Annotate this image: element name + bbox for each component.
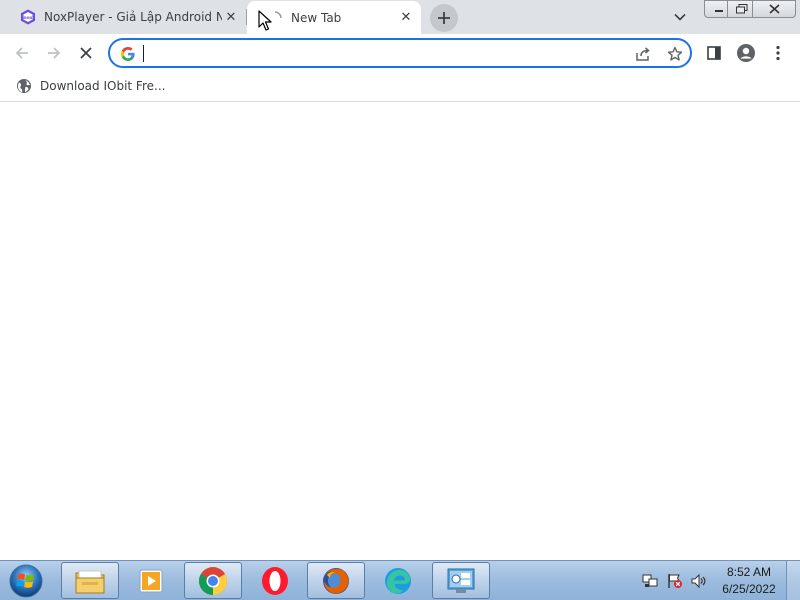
stop-loading-icon (80, 47, 92, 59)
menu-button[interactable] (765, 40, 791, 66)
tab-new-tab[interactable]: New Tab ✕ (247, 1, 421, 34)
address-bar[interactable] (108, 38, 692, 68)
taskbar-edge[interactable] (369, 562, 427, 599)
tab-title: New Tab (291, 10, 342, 25)
new-tab-button[interactable] (430, 4, 458, 32)
firefox-icon (323, 567, 349, 594)
tab-strip: nox NoxPlayer - Giả Lập Android Nha ✕ Ne… (0, 0, 800, 34)
screen: nox NoxPlayer - Giả Lập Android Nha ✕ Ne… (0, 0, 800, 600)
profile-button[interactable] (733, 40, 759, 66)
system-clock[interactable]: 8:52 AM 6/25/2022 (716, 564, 782, 598)
flag-warning-icon[interactable] (667, 573, 683, 589)
side-panel-icon (707, 46, 721, 60)
taskbar-chrome[interactable] (184, 562, 242, 599)
media-player-icon (139, 569, 163, 592)
taskbar: 8:52 AM 6/25/2022 (0, 560, 800, 600)
control-panel-icon (447, 568, 475, 593)
back-button[interactable] (9, 40, 35, 66)
show-desktop-button[interactable] (786, 561, 800, 600)
globe-icon (17, 79, 31, 93)
taskbar-media-player[interactable] (122, 562, 180, 599)
address-input[interactable] (142, 43, 626, 65)
share-icon[interactable] (634, 45, 652, 63)
chrome-icon (199, 566, 227, 595)
google-g-icon (120, 46, 136, 62)
taskbar-file-explorer[interactable] (61, 562, 119, 599)
svg-text:nox: nox (23, 16, 32, 21)
tab-close-icon[interactable]: ✕ (222, 8, 240, 26)
windows-start-icon (9, 564, 43, 598)
taskbar-control-panel[interactable] (432, 562, 490, 599)
star-icon[interactable] (666, 45, 684, 63)
arrow-left-icon (15, 47, 28, 59)
plus-icon (438, 12, 450, 24)
close-icon (768, 4, 780, 14)
opera-icon (262, 566, 288, 595)
volume-icon[interactable] (691, 573, 707, 589)
clock-date: 6/25/2022 (722, 582, 776, 596)
text-caret (143, 45, 144, 62)
profile-icon (737, 44, 755, 62)
page-content[interactable] (0, 102, 800, 560)
folder-icon (75, 570, 105, 593)
noxplayer-icon: nox (20, 9, 36, 25)
tab-search-button[interactable] (670, 8, 690, 26)
start-button[interactable] (6, 562, 46, 600)
minimize-icon (715, 10, 723, 12)
tab-close-icon[interactable]: ✕ (397, 9, 415, 27)
bookmark-iobit[interactable]: Download IObit Fre... (10, 75, 171, 97)
tab-title: NoxPlayer - Giả Lập Android Nha (44, 10, 222, 24)
taskbar-firefox[interactable] (307, 562, 365, 599)
taskbar-opera[interactable] (246, 562, 304, 599)
edge-icon (385, 567, 411, 594)
maximize-icon (736, 4, 748, 14)
clock-time: 8:52 AM (726, 565, 772, 579)
mouse-cursor-icon (258, 10, 272, 31)
arrow-right-icon (48, 47, 61, 59)
chevron-down-icon (674, 13, 686, 21)
side-panel-button[interactable] (701, 40, 727, 66)
toolbar (0, 34, 800, 72)
close-window-button[interactable] (752, 0, 796, 18)
bookmarks-bar: Download IObit Fre... (0, 72, 800, 102)
more-vert-icon (776, 45, 780, 61)
network-icon[interactable] (642, 573, 658, 589)
tab-noxplayer[interactable]: nox NoxPlayer - Giả Lập Android Nha ✕ (0, 0, 246, 34)
stop-button[interactable] (73, 40, 99, 66)
bookmark-label: Download IObit Fre... (40, 79, 166, 93)
forward-button[interactable] (41, 40, 67, 66)
